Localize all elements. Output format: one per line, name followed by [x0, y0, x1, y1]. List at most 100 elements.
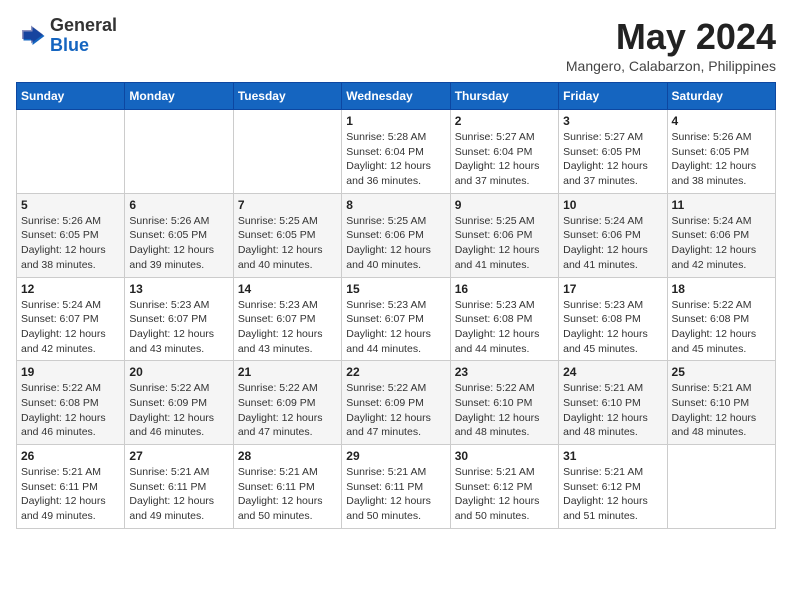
- calendar-cell: 1Sunrise: 5:28 AM Sunset: 6:04 PM Daylig…: [342, 110, 450, 194]
- day-number: 24: [563, 365, 662, 379]
- day-number: 28: [238, 449, 337, 463]
- logo-text: General Blue: [50, 16, 117, 56]
- calendar-cell: 2 Sunrise: 5:27 AM Sunset: 6:04 PM Daylig…: [450, 110, 558, 194]
- calendar-week-row: 12Sunrise: 5:24 AM Sunset: 6:07 PM Dayli…: [17, 277, 776, 361]
- day-info: Sunrise: 5:23 AM Sunset: 6:07 PM Dayligh…: [238, 298, 337, 357]
- day-info: Sunrise: 5:22 AM Sunset: 6:10 PM Dayligh…: [455, 381, 554, 440]
- month-title: May 2024: [566, 16, 776, 58]
- day-info: Sunrise: 5:23 AM Sunset: 6:08 PM Dayligh…: [455, 298, 554, 357]
- calendar-cell: 20 Sunrise: 5:22 AM Sunset: 6:09 PM Dayli…: [125, 361, 233, 445]
- day-number: 31: [563, 449, 662, 463]
- day-info: Sunrise: 5:22 AM Sunset: 6:09 PM Dayligh…: [346, 381, 445, 440]
- day-info: Sunrise: 5:26 AM Sunset: 6:05 PM Dayligh…: [21, 214, 120, 273]
- weekday-header: Thursday: [450, 83, 558, 110]
- day-info: Sunrise: 5:27 AM Sunset: 6:05 PM Dayligh…: [563, 130, 662, 189]
- calendar-cell: 19 Sunrise: 5:22 AM Sunset: 6:08 PM Dayli…: [17, 361, 125, 445]
- calendar-cell: [233, 110, 341, 194]
- day-info: Sunrise: 5:21 AM Sunset: 6:10 PM Dayligh…: [672, 381, 771, 440]
- day-number: 18: [672, 282, 771, 296]
- day-info: Sunrise: 5:25 AM Sunset: 6:06 PM Dayligh…: [455, 214, 554, 273]
- calendar-table: SundayMondayTuesdayWednesdayThursdayFrid…: [16, 82, 776, 529]
- calendar-cell: 18 Sunrise: 5:22 AM Sunset: 6:08 PM Dayli…: [667, 277, 775, 361]
- calendar-cell: 5 Sunrise: 5:26 AM Sunset: 6:05 PM Daylig…: [17, 193, 125, 277]
- day-number: 23: [455, 365, 554, 379]
- day-info: Sunrise: 5:21 AM Sunset: 6:12 PM Dayligh…: [563, 465, 662, 524]
- calendar-cell: [125, 110, 233, 194]
- day-number: 14: [238, 282, 337, 296]
- day-info: Sunrise: 5:24 AM Sunset: 6:06 PM Dayligh…: [563, 214, 662, 273]
- calendar-cell: 12Sunrise: 5:24 AM Sunset: 6:07 PM Dayli…: [17, 277, 125, 361]
- calendar-cell: 22 Sunrise: 5:22 AM Sunset: 6:09 PM Dayli…: [342, 361, 450, 445]
- calendar-week-row: 26 Sunrise: 5:21 AM Sunset: 6:11 PM Dayli…: [17, 445, 776, 529]
- weekday-header-row: SundayMondayTuesdayWednesdayThursdayFrid…: [17, 83, 776, 110]
- calendar-cell: 13 Sunrise: 5:23 AM Sunset: 6:07 PM Dayli…: [125, 277, 233, 361]
- day-info: Sunrise: 5:22 AM Sunset: 6:08 PM Dayligh…: [21, 381, 120, 440]
- calendar-cell: 3 Sunrise: 5:27 AM Sunset: 6:05 PM Daylig…: [559, 110, 667, 194]
- calendar-cell: 24Sunrise: 5:21 AM Sunset: 6:10 PM Dayli…: [559, 361, 667, 445]
- day-info: Sunrise: 5:23 AM Sunset: 6:07 PM Dayligh…: [346, 298, 445, 357]
- day-info: Sunrise: 5:22 AM Sunset: 6:09 PM Dayligh…: [238, 381, 337, 440]
- day-number: 10: [563, 198, 662, 212]
- day-info: Sunrise: 5:26 AM Sunset: 6:05 PM Dayligh…: [129, 214, 228, 273]
- calendar-cell: 17Sunrise: 5:23 AM Sunset: 6:08 PM Dayli…: [559, 277, 667, 361]
- day-info: Sunrise: 5:23 AM Sunset: 6:07 PM Dayligh…: [129, 298, 228, 357]
- calendar-week-row: 5 Sunrise: 5:26 AM Sunset: 6:05 PM Daylig…: [17, 193, 776, 277]
- title-area: May 2024 Mangero, Calabarzon, Philippine…: [566, 16, 776, 74]
- day-number: 29: [346, 449, 445, 463]
- calendar-cell: 15Sunrise: 5:23 AM Sunset: 6:07 PM Dayli…: [342, 277, 450, 361]
- day-info: Sunrise: 5:23 AM Sunset: 6:08 PM Dayligh…: [563, 298, 662, 357]
- calendar-cell: [17, 110, 125, 194]
- day-number: 19: [21, 365, 120, 379]
- day-number: 26: [21, 449, 120, 463]
- day-info: Sunrise: 5:21 AM Sunset: 6:12 PM Dayligh…: [455, 465, 554, 524]
- calendar-cell: 11Sunrise: 5:24 AM Sunset: 6:06 PM Dayli…: [667, 193, 775, 277]
- day-info: Sunrise: 5:24 AM Sunset: 6:07 PM Dayligh…: [21, 298, 120, 357]
- day-info: Sunrise: 5:21 AM Sunset: 6:11 PM Dayligh…: [21, 465, 120, 524]
- calendar-week-row: 19 Sunrise: 5:22 AM Sunset: 6:08 PM Dayli…: [17, 361, 776, 445]
- day-number: 22: [346, 365, 445, 379]
- day-info: Sunrise: 5:21 AM Sunset: 6:11 PM Dayligh…: [238, 465, 337, 524]
- day-info: Sunrise: 5:25 AM Sunset: 6:06 PM Dayligh…: [346, 214, 445, 273]
- day-number: 21: [238, 365, 337, 379]
- logo: General Blue: [16, 16, 117, 56]
- day-number: 13: [129, 282, 228, 296]
- header: General Blue May 2024 Mangero, Calabarzo…: [16, 16, 776, 74]
- day-info: Sunrise: 5:28 AM Sunset: 6:04 PM Dayligh…: [346, 130, 445, 189]
- calendar-cell: 25Sunrise: 5:21 AM Sunset: 6:10 PM Dayli…: [667, 361, 775, 445]
- logo-icon: [16, 21, 46, 51]
- calendar-cell: 29 Sunrise: 5:21 AM Sunset: 6:11 PM Dayli…: [342, 445, 450, 529]
- day-number: 2: [455, 114, 554, 128]
- day-number: 8: [346, 198, 445, 212]
- day-number: 5: [21, 198, 120, 212]
- day-number: 6: [129, 198, 228, 212]
- calendar-week-row: 1Sunrise: 5:28 AM Sunset: 6:04 PM Daylig…: [17, 110, 776, 194]
- logo-general: General: [50, 16, 117, 36]
- calendar-cell: 28 Sunrise: 5:21 AM Sunset: 6:11 PM Dayli…: [233, 445, 341, 529]
- day-info: Sunrise: 5:27 AM Sunset: 6:04 PM Dayligh…: [455, 130, 554, 189]
- day-info: Sunrise: 5:21 AM Sunset: 6:11 PM Dayligh…: [346, 465, 445, 524]
- weekday-header: Wednesday: [342, 83, 450, 110]
- day-info: Sunrise: 5:22 AM Sunset: 6:08 PM Dayligh…: [672, 298, 771, 357]
- day-number: 16: [455, 282, 554, 296]
- day-number: 20: [129, 365, 228, 379]
- calendar-cell: 27Sunrise: 5:21 AM Sunset: 6:11 PM Dayli…: [125, 445, 233, 529]
- location: Mangero, Calabarzon, Philippines: [566, 58, 776, 74]
- day-info: Sunrise: 5:21 AM Sunset: 6:11 PM Dayligh…: [129, 465, 228, 524]
- calendar-cell: 16 Sunrise: 5:23 AM Sunset: 6:08 PM Dayli…: [450, 277, 558, 361]
- calendar-cell: 10 Sunrise: 5:24 AM Sunset: 6:06 PM Dayli…: [559, 193, 667, 277]
- calendar-cell: 23 Sunrise: 5:22 AM Sunset: 6:10 PM Dayli…: [450, 361, 558, 445]
- day-info: Sunrise: 5:26 AM Sunset: 6:05 PM Dayligh…: [672, 130, 771, 189]
- day-number: 9: [455, 198, 554, 212]
- day-number: 4: [672, 114, 771, 128]
- weekday-header: Tuesday: [233, 83, 341, 110]
- calendar-cell: 21 Sunrise: 5:22 AM Sunset: 6:09 PM Dayli…: [233, 361, 341, 445]
- weekday-header: Monday: [125, 83, 233, 110]
- day-info: Sunrise: 5:24 AM Sunset: 6:06 PM Dayligh…: [672, 214, 771, 273]
- day-number: 3: [563, 114, 662, 128]
- calendar-cell: 26 Sunrise: 5:21 AM Sunset: 6:11 PM Dayli…: [17, 445, 125, 529]
- calendar-cell: 14 Sunrise: 5:23 AM Sunset: 6:07 PM Dayli…: [233, 277, 341, 361]
- calendar-cell: [667, 445, 775, 529]
- day-number: 7: [238, 198, 337, 212]
- day-info: Sunrise: 5:22 AM Sunset: 6:09 PM Dayligh…: [129, 381, 228, 440]
- calendar-cell: 30Sunrise: 5:21 AM Sunset: 6:12 PM Dayli…: [450, 445, 558, 529]
